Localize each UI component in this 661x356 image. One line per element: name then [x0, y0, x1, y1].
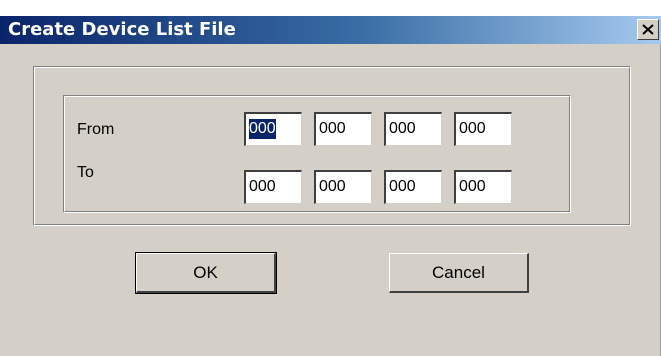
to-octet-4-value: 000 — [459, 177, 486, 195]
from-octet-4-value: 000 — [459, 119, 486, 137]
from-octet-2-value: 000 — [319, 119, 346, 137]
to-octet-4-input[interactable]: 000 — [454, 170, 512, 204]
to-octet-1-value: 000 — [249, 177, 276, 195]
window-top-edge — [0, 0, 661, 16]
from-octet-2-input[interactable]: 000 — [314, 112, 372, 146]
window-title: Create Device List File — [8, 19, 236, 40]
from-octet-3-input[interactable]: 000 — [384, 112, 442, 146]
to-label: To — [77, 164, 94, 181]
cancel-button[interactable]: Cancel — [389, 253, 529, 293]
to-octet-2-input[interactable]: 000 — [314, 170, 372, 204]
from-octet-1-input[interactable]: 000 — [244, 112, 302, 146]
from-octet-4-input[interactable]: 000 — [454, 112, 512, 146]
to-octet-3-value: 000 — [389, 177, 416, 195]
close-button[interactable] — [637, 19, 659, 40]
to-octet-1-input[interactable]: 000 — [244, 170, 302, 204]
title-bar[interactable]: Create Device List File — [0, 16, 661, 44]
from-octet-1-value: 000 — [249, 118, 276, 139]
ok-button[interactable]: OK — [135, 252, 277, 294]
from-label: From — [77, 121, 115, 138]
close-icon — [642, 24, 654, 35]
from-octet-3-value: 000 — [389, 119, 416, 137]
to-octet-3-input[interactable]: 000 — [384, 170, 442, 204]
to-octet-2-value: 000 — [319, 177, 346, 195]
